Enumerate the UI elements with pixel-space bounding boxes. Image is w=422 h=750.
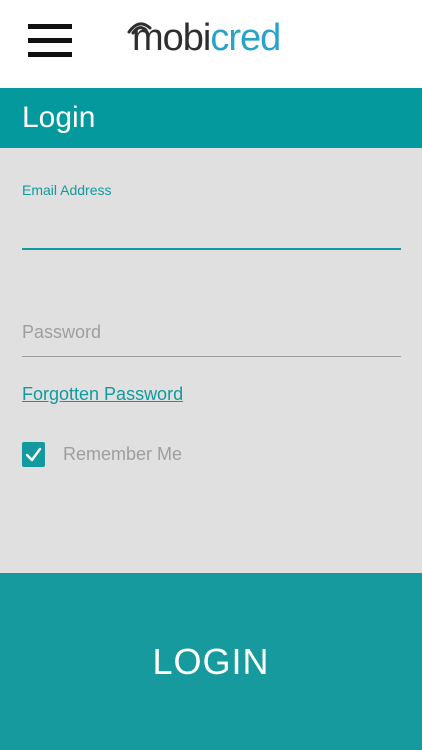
logo-text-accent: cred <box>210 17 281 59</box>
remember-me-checkbox[interactable] <box>22 442 45 467</box>
remember-me-label: Remember Me <box>63 444 183 464</box>
login-button[interactable]: LOGIN <box>0 573 422 750</box>
login-screen: mobicred Login Email Address Forgotten P… <box>0 0 422 750</box>
login-form: Email Address Forgotten Password Remembe… <box>0 148 422 573</box>
login-button-label: LOGIN <box>152 641 270 682</box>
email-field[interactable] <box>22 204 401 250</box>
page-title: Login <box>22 101 96 134</box>
email-label: Email Address <box>22 182 112 198</box>
top-bar: mobicred <box>0 0 422 88</box>
forgot-password-link[interactable]: Forgotten Password <box>22 384 183 405</box>
logo-text-dark: mobi <box>132 17 211 59</box>
checkmark-icon <box>25 447 42 462</box>
hamburger-menu-icon[interactable] <box>28 22 72 60</box>
password-field[interactable] <box>22 308 401 357</box>
mobicred-logo: mobicred <box>126 16 296 60</box>
page-title-bar: Login <box>0 88 422 148</box>
logo-text: mobicred <box>132 16 281 60</box>
